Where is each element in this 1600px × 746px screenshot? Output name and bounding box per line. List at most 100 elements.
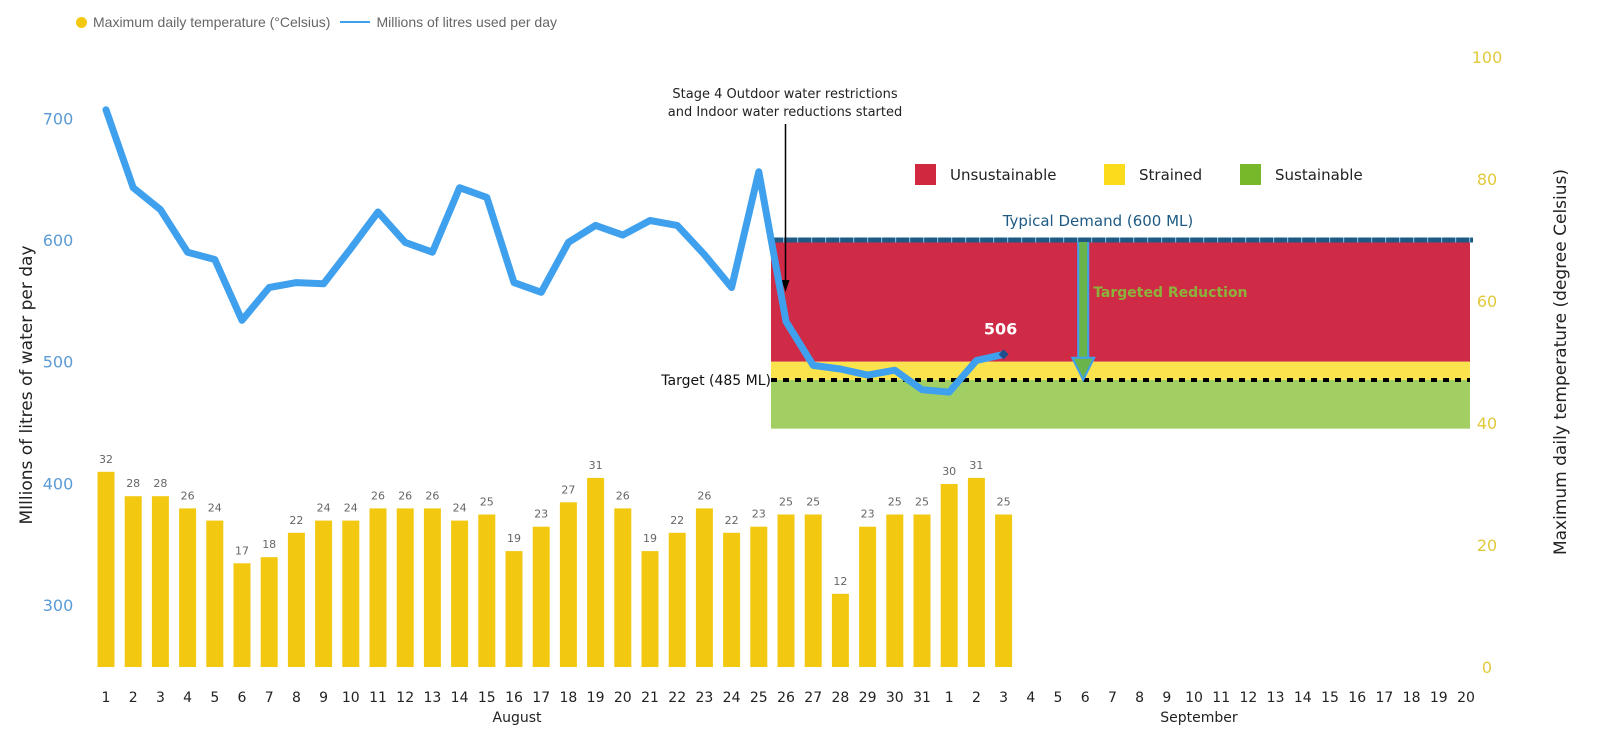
right-axis-tick-label: 60	[1477, 292, 1497, 311]
stage4-annotation-line2: and Indoor water reductions started	[668, 105, 903, 120]
temperature-bar	[287, 532, 305, 667]
x-axis-tick-label: 13	[423, 690, 441, 706]
temperature-bar	[750, 526, 768, 667]
zone-legend-swatch-unsustainable	[915, 164, 936, 185]
temperature-bar	[179, 508, 197, 667]
zone-legend-swatch-sustainable	[1240, 164, 1261, 185]
left-axis-title: MIllions of litres of water per day	[17, 245, 37, 524]
temperature-bar	[233, 563, 251, 667]
stage4-annotation-line1: Stage 4 Outdoor water restrictions	[672, 87, 897, 102]
temperature-bar-label: 30	[942, 465, 956, 478]
targeted-reduction-arrow-shaft	[1079, 242, 1088, 362]
temperature-bars	[97, 471, 1013, 667]
target-label: Target (485 ML)	[660, 373, 771, 389]
temperature-bar-label: 25	[888, 496, 902, 509]
x-axis-tick-label: 9	[1162, 690, 1171, 706]
temperature-bar	[396, 508, 414, 667]
temperature-bar-label: 28	[126, 477, 140, 490]
x-axis-tick-label: 1	[945, 690, 954, 706]
temperature-bar	[614, 508, 632, 667]
temperature-bar	[668, 532, 686, 667]
zone-legend-label-sustainable: Sustainable	[1275, 166, 1363, 184]
zones-layer	[771, 237, 1473, 429]
zone-legend-label-strained: Strained	[1139, 166, 1202, 184]
x-axis-tick-label: 24	[723, 690, 741, 706]
temperature-bar-label: 22	[670, 514, 684, 527]
temperature-bar-label: 32	[99, 453, 113, 466]
x-axis-tick-label: 19	[1430, 690, 1448, 706]
temperature-bar	[559, 502, 577, 667]
x-axis-tick-label: 14	[451, 690, 469, 706]
temperature-bar-label: 19	[643, 532, 657, 545]
x-axis-tick-label: 28	[831, 690, 849, 706]
temperature-bar	[641, 551, 659, 667]
temperature-bar	[532, 526, 550, 667]
temperature-bar	[587, 477, 605, 667]
zone-legend-label-unsustainable: Unsustainable	[950, 166, 1056, 184]
temperature-bar	[260, 557, 278, 667]
temperature-bar	[151, 496, 169, 667]
x-axis-tick-label: 2	[972, 690, 981, 706]
targeted-reduction-label: Targeted Reduction	[1093, 285, 1247, 301]
x-axis-tick-label: 5	[1054, 690, 1063, 706]
x-axis-tick-label: 17	[1375, 690, 1393, 706]
x-axis-tick-label: 10	[1185, 690, 1203, 706]
temperature-bar-label: 26	[398, 489, 412, 502]
temperature-bar	[967, 477, 985, 667]
x-axis-tick-label: 21	[641, 690, 659, 706]
temperature-bar	[478, 514, 496, 667]
zone-legend-swatch-strained	[1104, 164, 1125, 185]
temperature-bar	[369, 508, 387, 667]
temperature-bar-label: 25	[480, 496, 494, 509]
x-axis-tick-label: 6	[1081, 690, 1090, 706]
temperature-bar-label: 25	[915, 496, 929, 509]
x-axis-tick-label: 4	[1026, 690, 1035, 706]
right-axis-tick-label: 20	[1477, 536, 1497, 555]
x-group-label-august: August	[493, 710, 543, 726]
x-axis-tick-label: 14	[1294, 690, 1312, 706]
temperature-bar	[206, 520, 224, 667]
temperature-bar	[913, 514, 931, 667]
temperature-bar-label: 23	[861, 508, 875, 521]
temperature-bar	[804, 514, 822, 667]
x-axis-tick-label: 15	[1321, 690, 1339, 706]
temperature-bar-label: 19	[507, 532, 521, 545]
temperature-bar-label: 26	[616, 489, 630, 502]
temperature-bar-label: 26	[425, 489, 439, 502]
x-axis-tick-label: 5	[210, 690, 219, 706]
temperature-bar-label: 25	[997, 496, 1011, 509]
temperature-bar	[124, 496, 142, 667]
temperature-bar-label: 22	[725, 514, 739, 527]
temperature-bar-label: 24	[208, 502, 222, 515]
x-axis-tick-label: 8	[1135, 690, 1144, 706]
x-axis-tick-label: 31	[913, 690, 931, 706]
x-axis-tick-label: 25	[750, 690, 768, 706]
x-axis-tick-label: 3	[999, 690, 1008, 706]
left-axis-tick-label: 300	[43, 596, 74, 615]
x-axis-tick-label: 16	[1348, 690, 1366, 706]
right-axis-tick-label: 40	[1477, 414, 1497, 433]
x-axis-tick-label: 12	[1239, 690, 1257, 706]
temperature-bar-label: 12	[833, 575, 847, 588]
temperature-bar	[315, 520, 333, 667]
temperature-bar	[97, 471, 115, 667]
x-axis-tick-label: 7	[265, 690, 274, 706]
temperature-bar	[695, 508, 713, 667]
temperature-bar-label: 25	[806, 496, 820, 509]
x-axis-tick-label: 11	[369, 690, 387, 706]
temperature-bar-label: 31	[589, 459, 603, 472]
x-axis-tick-label: 3	[156, 690, 165, 706]
right-axis-title: Maximum daily temperature (degree Celsiu…	[1551, 169, 1571, 555]
temperature-bar	[723, 532, 741, 667]
temperature-bar-label: 28	[153, 477, 167, 490]
last-value-label: 506	[984, 319, 1017, 338]
x-axis-tick-label: 15	[478, 690, 496, 706]
x-axis-tick-label: 12	[396, 690, 414, 706]
x-axis-tick-label: 23	[695, 690, 713, 706]
temperature-bar-label: 25	[779, 496, 793, 509]
x-axis-tick-label: 11	[1212, 690, 1230, 706]
temperature-bar	[777, 514, 795, 667]
temperature-bar-label: 17	[235, 544, 249, 557]
x-axis-tick-label: 4	[183, 690, 192, 706]
temperature-bar-label: 26	[181, 489, 195, 502]
